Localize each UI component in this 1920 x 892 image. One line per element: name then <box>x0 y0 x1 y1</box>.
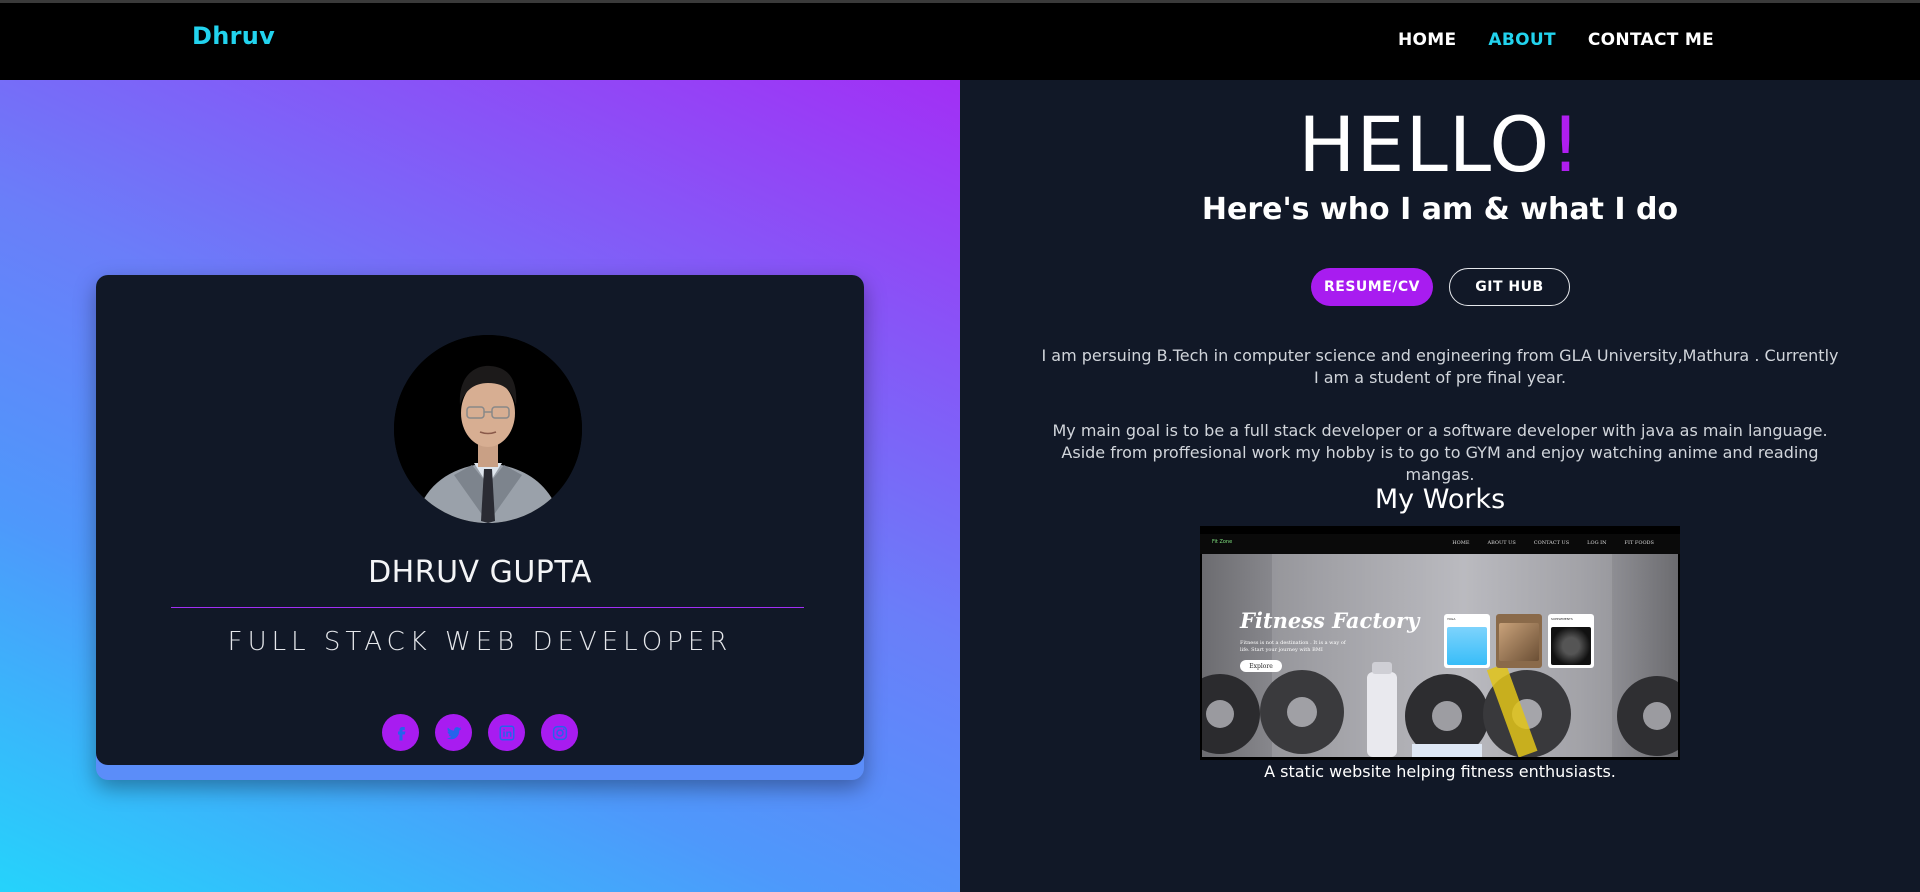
preview-title: Fitness Factory <box>1240 608 1420 633</box>
preview-link: LOG IN <box>1587 540 1607 546</box>
action-buttons: RESUME/CV GIT HUB <box>1311 268 1570 306</box>
resume-button[interactable]: RESUME/CV <box>1311 268 1433 306</box>
hello-exclamation: ! <box>1550 100 1582 189</box>
preview-navbar: Fit Zone HOME ABOUT US CONTACT US LOG IN… <box>1200 534 1680 554</box>
twitter-icon[interactable] <box>435 714 472 751</box>
preview-nav-links: HOME ABOUT US CONTACT US LOG IN FIT FOOD… <box>1452 540 1654 546</box>
social-links <box>382 714 578 751</box>
preview-link: HOME <box>1452 540 1470 546</box>
about-paragraph-goals: My main goal is to be a full stack devel… <box>1052 421 1828 484</box>
project-screenshot[interactable]: Fit Zone HOME ABOUT US CONTACT US LOG IN… <box>1200 526 1680 760</box>
preview-link: FIT FOODS <box>1624 540 1654 546</box>
preview-link: CONTACT US <box>1533 540 1570 546</box>
avatar <box>394 335 582 523</box>
preview-logo: Fit Zone <box>1212 539 1233 545</box>
preview-text: Fitness is not a destination . It is a w… <box>1240 640 1346 653</box>
hello-text: HELLO <box>1298 100 1551 189</box>
works-heading: My Works <box>1374 484 1506 515</box>
nav-about[interactable]: ABOUT <box>1488 30 1555 50</box>
brand-logo[interactable]: Dhruv <box>192 22 275 50</box>
preview-card-title: YOGA <box>1447 617 1456 621</box>
project-caption: A static website helping fitness enthusi… <box>1264 762 1616 781</box>
facebook-icon[interactable] <box>382 714 419 751</box>
nav-home[interactable]: HOME <box>1398 30 1456 50</box>
preview-card-image <box>1551 627 1591 665</box>
profile-section: DHRUV GUPTA FULL STACK WEB DEVELOPER <box>0 80 960 892</box>
preview-link: ABOUT US <box>1487 540 1516 546</box>
about-subtitle: Here's who I am & what I do <box>1201 192 1679 227</box>
preview-card-title: SUPPLEMENTS <box>1551 617 1573 621</box>
profile-card: DHRUV GUPTA FULL STACK WEB DEVELOPER <box>96 275 864 765</box>
preview-card-image <box>1447 627 1487 665</box>
nav-menu: HOME ABOUT CONTACT ME <box>1398 30 1714 50</box>
instagram-icon[interactable] <box>541 714 578 751</box>
preview-card: SUPPLEMENTS <box>1548 614 1594 668</box>
preview-card <box>1496 614 1542 668</box>
about-paragraph-education: I am persuing B.Tech in computer science… <box>1041 346 1839 387</box>
name-divider <box>171 607 804 608</box>
preview-explore-button: Explore <box>1240 660 1282 672</box>
linkedin-icon[interactable] <box>488 714 525 751</box>
navbar: Dhruv HOME ABOUT CONTACT ME <box>0 3 1920 80</box>
preview-hero <box>1202 554 1678 757</box>
profile-role: FULL STACK WEB DEVELOPER <box>227 627 733 657</box>
profile-name: DHRUV GUPTA <box>368 555 592 590</box>
preview-card-image <box>1499 623 1539 661</box>
preview-cards: YOGA SUPPLEMENTS <box>1444 614 1594 668</box>
about-section: HELLO! Here's who I am & what I do RESUM… <box>960 80 1920 892</box>
nav-contact[interactable]: CONTACT ME <box>1588 30 1714 50</box>
github-button[interactable]: GIT HUB <box>1449 268 1570 306</box>
preview-card: YOGA <box>1444 614 1490 668</box>
hello-heading: HELLO! <box>960 100 1920 189</box>
